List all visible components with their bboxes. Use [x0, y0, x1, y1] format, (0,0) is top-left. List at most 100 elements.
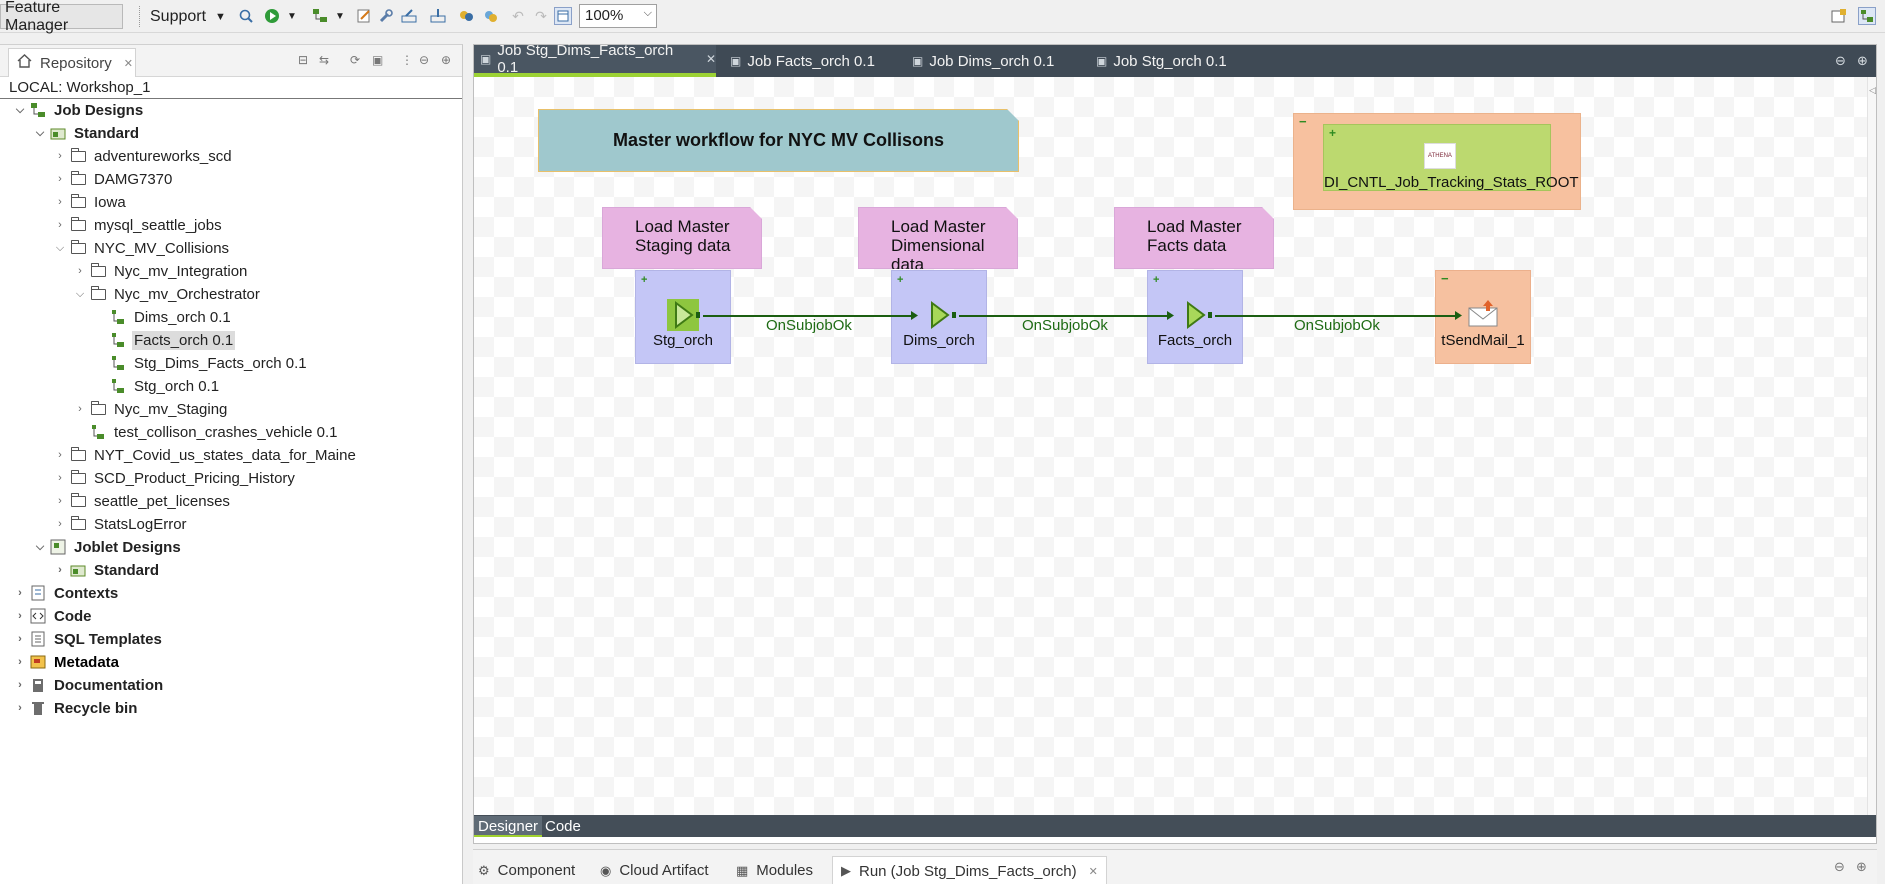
- undo-icon[interactable]: ↶: [509, 7, 527, 25]
- integration-perspective-icon[interactable]: [1858, 7, 1876, 25]
- tree-item-job[interactable]: Dims_orch 0.1: [109, 306, 233, 328]
- tree-item-documentation[interactable]: › Documentation: [13, 674, 165, 696]
- repository-tab[interactable]: Repository ✕: [8, 48, 136, 77]
- generate-doc-icon[interactable]: [457, 7, 475, 25]
- chevron-right-icon[interactable]: ›: [53, 518, 67, 530]
- maximize-icon[interactable]: ⊕: [441, 53, 451, 67]
- onsubjobok-label[interactable]: OnSubjobOk: [766, 317, 852, 334]
- job-tree-icon[interactable]: [311, 7, 329, 25]
- chevron-left-icon[interactable]: ◁: [1869, 85, 1876, 96]
- collapse-subjob-icon[interactable]: −: [1299, 114, 1307, 129]
- chevron-right-icon[interactable]: ›: [53, 173, 67, 185]
- grid-toggle-icon[interactable]: [554, 7, 572, 25]
- editor-tab-stg[interactable]: ▣ Job Stg_orch 0.1: [1090, 45, 1262, 77]
- chevron-right-icon[interactable]: ›: [53, 472, 67, 484]
- component-label[interactable]: Facts_orch: [1147, 332, 1243, 349]
- support-menu-button[interactable]: Support ▼: [146, 4, 230, 29]
- wrench-icon[interactable]: [377, 7, 395, 25]
- tree-item-folder[interactable]: › NYT_Covid_us_states_data_for_Maine: [53, 444, 358, 466]
- edit-icon[interactable]: [355, 7, 373, 25]
- mail-icon[interactable]: [1465, 297, 1501, 333]
- dimensional-note[interactable]: Load Master Dimensional data: [858, 207, 1018, 269]
- close-icon[interactable]: ✕: [1089, 865, 1098, 878]
- run-job-component-icon[interactable]: [921, 297, 957, 333]
- tree-item-standard[interactable]: ⌵ Standard: [33, 122, 141, 144]
- collapse-subjob-icon[interactable]: −: [1441, 271, 1449, 286]
- view-menu-icon[interactable]: ⋮: [401, 53, 413, 67]
- chevron-right-icon[interactable]: ›: [53, 564, 67, 576]
- minimize-icon[interactable]: ⊖: [1835, 53, 1846, 69]
- tree-item-folder[interactable]: › Nyc_mv_Integration: [73, 260, 249, 282]
- refresh-icon[interactable]: ⟳: [350, 53, 360, 67]
- close-icon[interactable]: ✕: [706, 52, 716, 66]
- chevron-right-icon[interactable]: ›: [53, 495, 67, 507]
- chevron-right-icon[interactable]: ›: [13, 702, 27, 714]
- chevron-right-icon[interactable]: ›: [53, 449, 67, 461]
- tree-item-sql-templates[interactable]: › SQL Templates: [13, 628, 164, 650]
- minimize-icon[interactable]: ⊖: [419, 53, 429, 67]
- tab-modules[interactable]: ▦ Modules: [736, 856, 813, 884]
- onsubjobok-label[interactable]: OnSubjobOk: [1294, 317, 1380, 334]
- search-repository-icon[interactable]: [237, 7, 255, 25]
- chevron-right-icon[interactable]: ›: [73, 403, 87, 415]
- import-icon[interactable]: [429, 7, 447, 25]
- job-dropdown-icon[interactable]: ▼: [331, 7, 349, 25]
- staging-note[interactable]: Load Master Staging data: [602, 207, 762, 269]
- tracking-component[interactable]: + ATHENA DI_CNTL_Job_Tracking_Stats_ROOT: [1323, 124, 1579, 191]
- tree-item-job-designs[interactable]: ⌵ Job Designs: [13, 99, 145, 121]
- vertical-scrollbar[interactable]: ◁: [1867, 77, 1876, 815]
- expand-icon[interactable]: +: [897, 274, 903, 286]
- close-icon[interactable]: ✕: [124, 57, 133, 70]
- tree-item-standard[interactable]: › Standard: [53, 559, 161, 581]
- chevron-down-icon[interactable]: ⌵: [73, 288, 87, 301]
- tree-item-recycle-bin[interactable]: › Recycle bin: [13, 697, 139, 719]
- title-note[interactable]: Master workflow for NYC MV Collisons: [538, 109, 1019, 172]
- feature-manager-button[interactable]: Feature Manager: [0, 0, 123, 34]
- tab-run[interactable]: ▶ Run (Job Stg_Dims_Facts_orch) ✕: [832, 856, 1107, 884]
- chevron-down-icon[interactable]: ⌵: [53, 242, 67, 255]
- chevron-right-icon[interactable]: ›: [13, 610, 27, 622]
- component-label[interactable]: tSendMail_1: [1435, 332, 1531, 349]
- tree-item-folder[interactable]: › seattle_pet_licenses: [53, 490, 232, 512]
- chevron-right-icon[interactable]: ›: [13, 679, 27, 691]
- maximize-icon[interactable]: ⊕: [1856, 859, 1867, 875]
- tree-item-folder-orchestrator[interactable]: ⌵ Nyc_mv_Orchestrator: [73, 283, 262, 305]
- tab-component[interactable]: ⚙ Component: [478, 856, 575, 884]
- tree-item-folder[interactable]: › mysql_seattle_jobs: [53, 214, 224, 236]
- designer-canvas[interactable]: Master workflow for NYC MV Collisons Loa…: [474, 77, 1867, 815]
- editor-tab-facts[interactable]: ▣ Job Facts_orch 0.1: [724, 45, 896, 77]
- tree-item-job-selected[interactable]: Facts_orch 0.1: [109, 329, 236, 351]
- chevron-right-icon[interactable]: ›: [53, 219, 67, 231]
- minimize-icon[interactable]: ⊖: [1834, 859, 1845, 875]
- export-icon[interactable]: [400, 7, 418, 25]
- chevron-down-icon[interactable]: ⌵: [33, 127, 47, 140]
- tab-code[interactable]: Code: [541, 816, 585, 837]
- facts-note[interactable]: Load Master Facts data: [1114, 207, 1274, 269]
- tree-item-folder[interactable]: › SCD_Product_Pricing_History: [53, 467, 297, 489]
- collapse-all-icon[interactable]: ⊟: [298, 53, 308, 67]
- open-perspective-icon[interactable]: [1830, 7, 1848, 25]
- tree-item-metadata[interactable]: › Metadata: [13, 651, 121, 673]
- zoom-select[interactable]: 100% ⌵: [579, 4, 657, 28]
- run-icon[interactable]: [263, 7, 281, 25]
- tracking-subjob[interactable]: − + ATHENA DI_CNTL_Job_Tracking_Stats_RO…: [1293, 113, 1581, 210]
- tree-item-job[interactable]: Stg_Dims_Facts_orch 0.1: [109, 352, 309, 374]
- expand-icon[interactable]: +: [641, 274, 647, 286]
- tab-cloud-artifact[interactable]: ◉ Cloud Artifact: [600, 856, 709, 884]
- editor-tab-dims[interactable]: ▣ Job Dims_orch 0.1: [906, 45, 1078, 77]
- deploy-icon[interactable]: [481, 7, 499, 25]
- onsubjobok-label[interactable]: OnSubjobOk: [1022, 317, 1108, 334]
- run-dropdown-icon[interactable]: ▼: [283, 7, 301, 25]
- filter-icon[interactable]: ▣: [372, 53, 383, 67]
- tree-item-joblet-designs[interactable]: ⌵ Joblet Designs: [33, 536, 183, 558]
- tree-item-folder[interactable]: › DAMG7370: [53, 168, 174, 190]
- link-editor-icon[interactable]: ⇆: [319, 53, 329, 67]
- run-job-component-icon[interactable]: [665, 297, 701, 333]
- chevron-right-icon[interactable]: ›: [13, 633, 27, 645]
- chevron-down-icon[interactable]: ⌵: [13, 104, 27, 117]
- component-label[interactable]: Dims_orch: [891, 332, 987, 349]
- tab-designer[interactable]: Designer: [474, 816, 543, 837]
- tree-item-job[interactable]: Stg_orch 0.1: [109, 375, 221, 397]
- expand-icon[interactable]: +: [1153, 274, 1159, 286]
- maximize-icon[interactable]: ⊕: [1857, 53, 1868, 69]
